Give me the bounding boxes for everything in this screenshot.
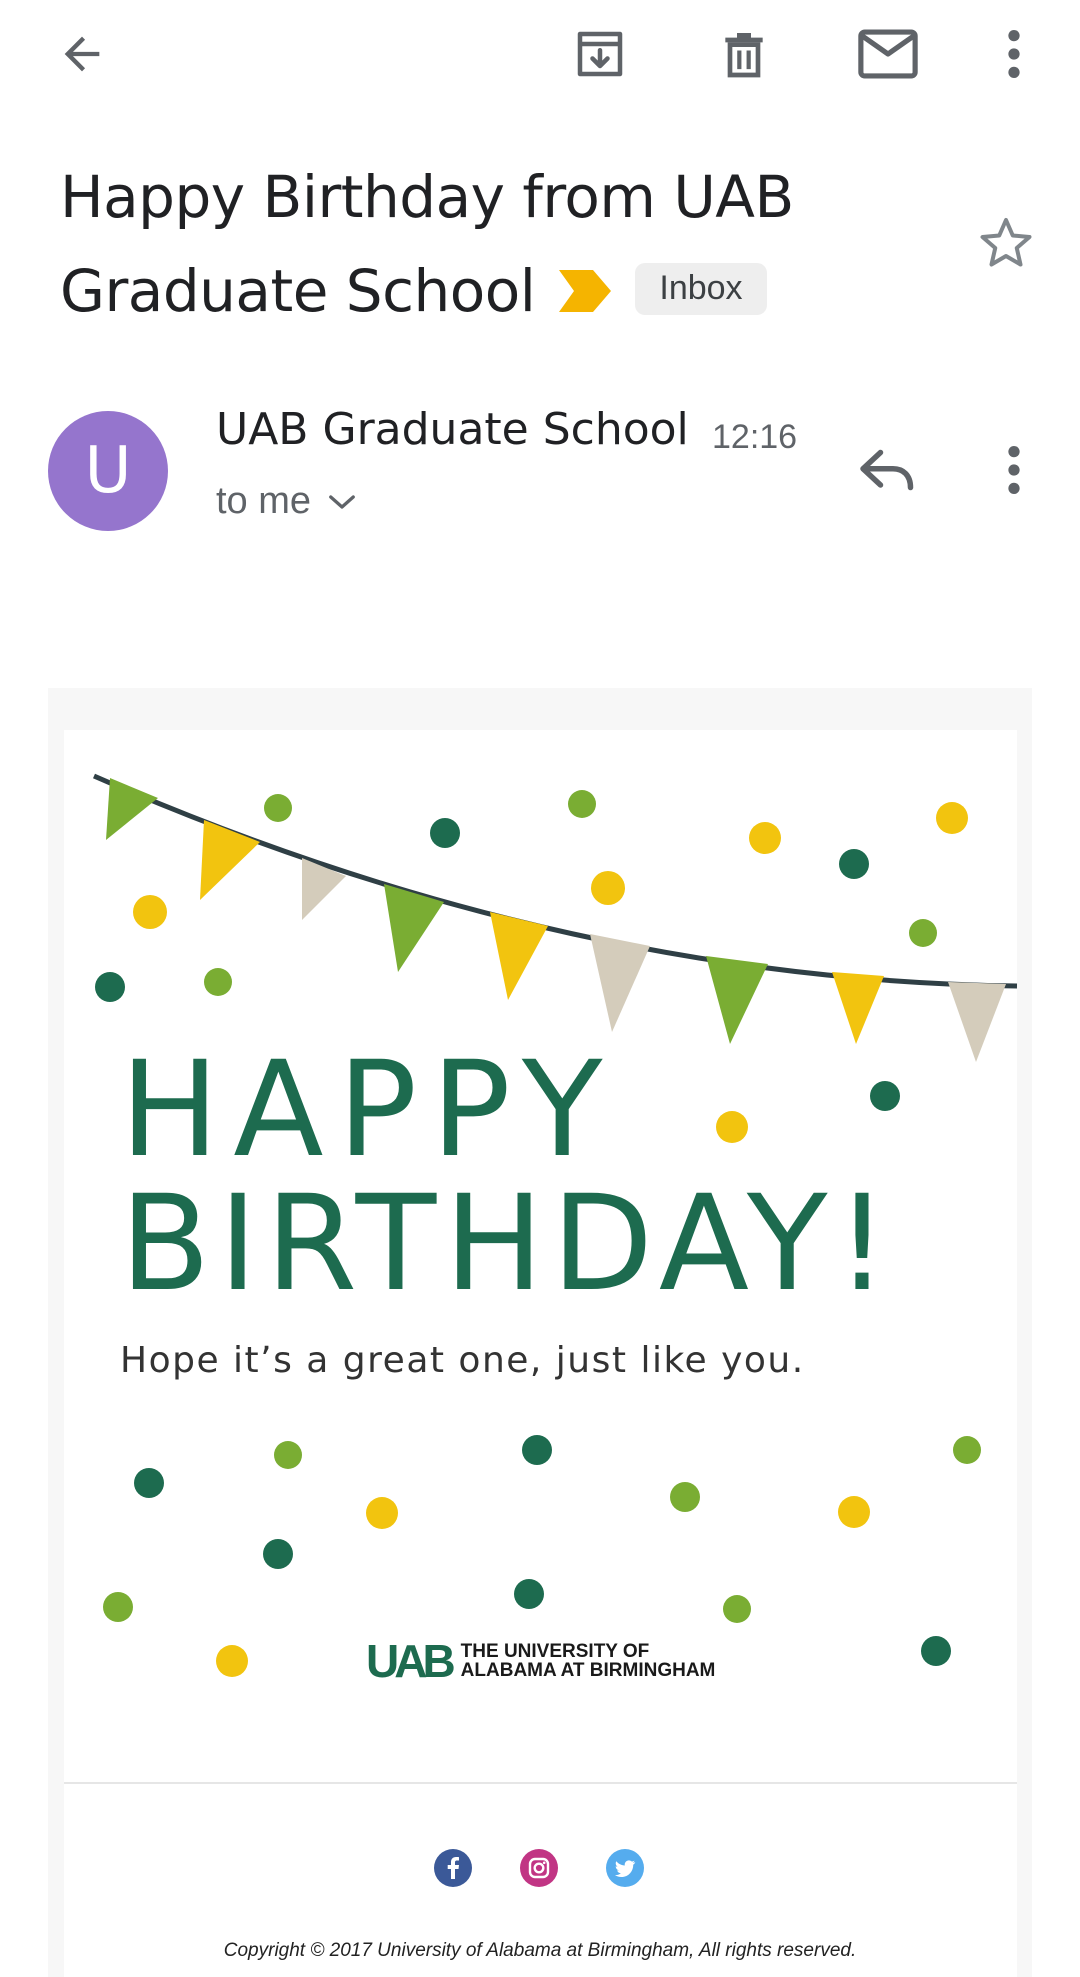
bunting-flag xyxy=(832,972,884,1044)
headline-happy: HAPPY xyxy=(120,1033,617,1187)
facebook-link[interactable] xyxy=(434,1849,472,1887)
uab-logo-mark: UAB xyxy=(366,1635,456,1687)
footer-copyright: Copyright © 2017 University of Alabama a… xyxy=(223,1940,857,1961)
instagram-icon xyxy=(528,1857,550,1879)
bunting-flag xyxy=(590,934,650,1032)
headline-birthday: BIRTHDAY! xyxy=(120,1167,897,1321)
uab-logo-line-1: THE UNIVERSITY OF xyxy=(460,1641,650,1662)
instagram-link[interactable] xyxy=(520,1849,558,1887)
bunting-flags xyxy=(106,778,1006,1062)
facebook-icon xyxy=(447,1857,459,1879)
footer-divider xyxy=(64,1782,1017,1784)
twitter-link[interactable] xyxy=(606,1849,644,1887)
bunting-flag xyxy=(948,982,1006,1062)
uab-logo-text: THE UNIVERSITY OF ALABAMA AT BIRMINGHAM xyxy=(461,1642,716,1680)
bunting-string xyxy=(92,773,1018,989)
bunting-flag xyxy=(200,820,260,900)
card-tagline: Hope it’s a great one, just like you. xyxy=(120,1340,805,1381)
bunting-flag xyxy=(106,778,158,840)
uab-logo[interactable]: UAB THE UNIVERSITY OF ALABAMA AT BIRMING… xyxy=(366,1638,715,1684)
uab-logo-line-2: ALABAMA AT BIRMINGHAM xyxy=(460,1660,716,1681)
bunting-flag xyxy=(706,956,768,1044)
twitter-icon xyxy=(614,1860,636,1877)
bunting-flag xyxy=(490,912,548,1000)
